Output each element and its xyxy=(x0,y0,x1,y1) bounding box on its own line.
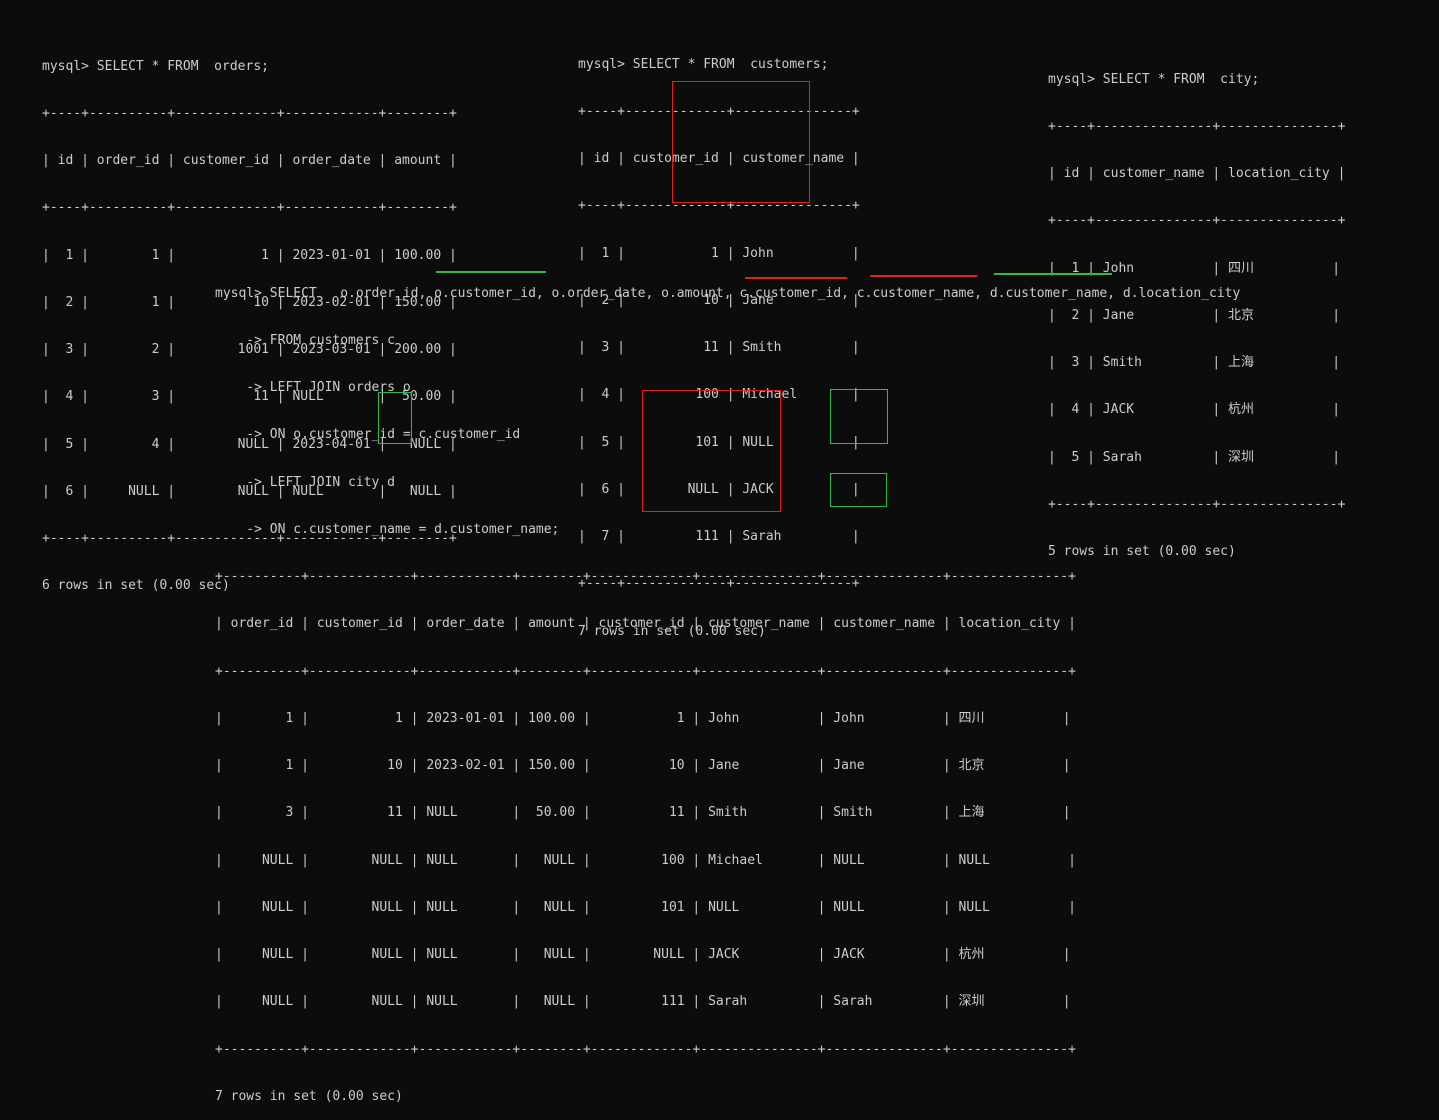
table-border: +----------+-------------+------------+-… xyxy=(215,569,1076,584)
join-on-clause: -> ON c.customer_name = d.customer_name; xyxy=(215,521,560,537)
row-count-status: 7 rows in set (0.00 sec) xyxy=(215,1088,403,1104)
table-row: | NULL | NULL | NULL | NULL | NULL | JAC… xyxy=(215,947,1071,962)
join-left-join-city: -> LEFT JOIN city d xyxy=(215,474,396,490)
table-row: | 1 | 10 | 2023-02-01 | 150.00 | 10 | Ja… xyxy=(215,758,1071,773)
table-header-row: | id | customer_id | customer_name | xyxy=(578,151,860,166)
table-header-row: | id | order_id | customer_id | order_da… xyxy=(42,153,457,168)
table-row: | NULL | NULL | NULL | NULL | 111 | Sara… xyxy=(215,994,1071,1010)
join-from-clause: -> FROM customers c xyxy=(215,332,396,348)
table-border: +----+----------+-------------+---------… xyxy=(42,200,457,216)
table-row: | 1 | 1 | 2023-01-01 | 100.00 | 1 | John… xyxy=(215,710,1071,726)
customers-select-command: mysql> SELECT * FROM customers; xyxy=(578,56,829,72)
table-row: | 3 | 11 | NULL | 50.00 | 11 | Smith | S… xyxy=(215,805,1071,821)
table-row: | NULL | NULL | NULL | NULL | 100 | Mich… xyxy=(215,852,1076,868)
join-left-join-orders: -> LEFT JOIN orders o xyxy=(215,380,411,395)
table-border: +----+-------------+---------------+ xyxy=(578,103,860,119)
table-border: +----+---------------+---------------+ xyxy=(1048,118,1346,134)
table-border: +----------+-------------+------------+-… xyxy=(215,1041,1076,1057)
orders-select-command: mysql> SELECT * FROM orders; xyxy=(42,58,269,74)
table-border: +----------+-------------+------------+-… xyxy=(215,663,1076,679)
join-query-output: mysql> SELECT o.order_id, o.customer_id,… xyxy=(215,254,1240,1120)
table-header-row: | order_id | customer_id | order_date | … xyxy=(215,616,1076,632)
table-header-row: | id | customer_name | location_city | xyxy=(1048,166,1346,181)
join-select-command: mysql> SELECT o.order_id, o.customer_id,… xyxy=(215,285,1241,301)
table-row: | NULL | NULL | NULL | NULL | 101 | NULL… xyxy=(215,899,1076,915)
join-on-clause: -> ON o.customer_id = c.customer_id xyxy=(215,427,521,443)
table-border: +----+---------------+---------------+ xyxy=(1048,213,1346,229)
table-border: +----+----------+-------------+---------… xyxy=(42,105,457,121)
city-select-command: mysql> SELECT * FROM city; xyxy=(1048,71,1260,87)
table-border: +----+-------------+---------------+ xyxy=(578,198,860,214)
